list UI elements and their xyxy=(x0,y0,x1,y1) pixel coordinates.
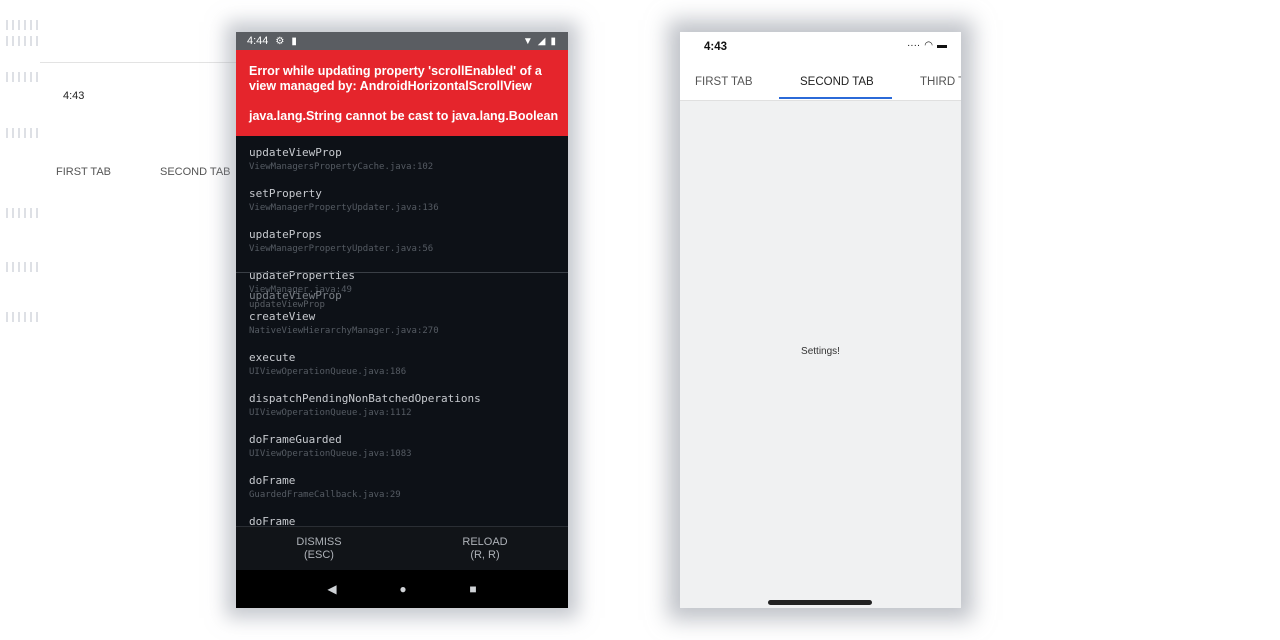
sim-card-icon: ▮ xyxy=(291,35,297,47)
ghost-dots xyxy=(6,72,42,82)
frame-location: GuardedFrameCallback.java:29 xyxy=(249,490,401,500)
ios-status-time: 4:43 xyxy=(704,41,728,53)
ghost-background-app: 4:43 FIRST TAB SECOND TAB xyxy=(0,0,240,330)
frame-function: execute xyxy=(249,351,296,364)
ios-device: 4:43 ···· ◠ ▬ FIRST TAB SECOND TAB THIRD… xyxy=(680,32,961,608)
frame-location: ViewManagersPropertyCache.java:102 xyxy=(249,162,434,172)
frame-location: UIViewOperationQueue.java:1112 xyxy=(249,408,412,418)
error-message: Error while updating property 'scrollEna… xyxy=(249,64,542,93)
ghost-dots xyxy=(6,312,42,322)
stack-trace[interactable]: updateViewProp ViewManagersPropertyCache… xyxy=(249,146,559,556)
android-status-bar: 4:44 ⚙ ▮ ▼ ◢ ▮ xyxy=(236,32,568,50)
battery-icon: ▮ xyxy=(550,35,556,47)
signal-icon: ◢ xyxy=(537,35,546,47)
ghost-divider xyxy=(40,62,236,63)
android-nav-bar: ◀ ● ■ xyxy=(236,570,568,608)
stack-frame[interactable]: doFrameGuarded UIViewOperationQueue.java… xyxy=(249,433,559,474)
frame-function: updateViewProp xyxy=(249,146,342,159)
frame-function: updateProps xyxy=(249,228,322,241)
ghost-overlay-location: updateViewProp xyxy=(249,300,325,310)
stack-frame[interactable]: createView NativeViewHierarchyManager.ja… xyxy=(249,310,559,351)
ios-status-bar: 4:43 ···· ◠ ▬ xyxy=(680,32,961,62)
reload-label: RELOAD xyxy=(462,536,508,548)
dismiss-button[interactable]: DISMISS (ESC) xyxy=(236,527,402,571)
ghost-tab-first: FIRST TAB xyxy=(56,166,112,178)
frame-function: doFrameGuarded xyxy=(249,433,342,446)
dismiss-label: DISMISS xyxy=(296,536,342,548)
frame-function: doFrame xyxy=(249,474,296,487)
back-icon[interactable]: ◀ xyxy=(327,582,336,596)
frame-location: UIViewOperationQueue.java:186 xyxy=(249,367,407,377)
ghost-dots xyxy=(6,128,42,138)
ghost-dots xyxy=(6,36,42,46)
battery-icon: ▬ xyxy=(937,40,947,51)
stack-frame[interactable]: dispatchPendingNonBatchedOperations UIVi… xyxy=(249,392,559,433)
ghost-dots xyxy=(6,208,42,218)
frame-function: createView xyxy=(249,310,316,323)
android-status-time: 4:44 xyxy=(247,35,269,47)
ghost-dots xyxy=(6,262,42,272)
stack-frame[interactable]: execute UIViewOperationQueue.java:186 xyxy=(249,351,559,392)
frame-function: dispatchPendingNonBatchedOperations xyxy=(249,392,481,405)
frame-location: UIViewOperationQueue.java:1083 xyxy=(249,449,412,459)
home-indicator[interactable] xyxy=(768,600,872,605)
tab-first[interactable]: FIRST TAB xyxy=(695,76,753,88)
redbox-error-header: Error while updating property 'scrollEna… xyxy=(236,50,568,136)
frame-location: ViewManagerPropertyUpdater.java:56 xyxy=(249,244,434,254)
stack-frame[interactable]: setProperty ViewManagerPropertyUpdater.j… xyxy=(249,187,559,228)
ghost-tab-second: SECOND TAB xyxy=(160,166,231,178)
tab-content-text: Settings! xyxy=(801,346,840,357)
android-device: 4:44 ⚙ ▮ ▼ ◢ ▮ Error while updating prop… xyxy=(236,32,568,608)
gear-icon: ⚙ xyxy=(275,35,285,47)
ios-tab-bar: FIRST TAB SECOND TAB THIRD TAB xyxy=(680,62,961,101)
recents-icon[interactable]: ■ xyxy=(469,582,476,596)
error-exception: java.lang.String cannot be cast to java.… xyxy=(249,109,559,123)
signal-icon: ···· xyxy=(906,40,921,51)
stack-frame[interactable]: updateProps ViewManagerPropertyUpdater.j… xyxy=(249,228,559,269)
tab-third[interactable]: THIRD TAB xyxy=(920,76,961,88)
ghost-time: 4:43 xyxy=(63,90,85,102)
reload-button[interactable]: RELOAD (R, R) xyxy=(402,527,568,571)
active-tab-indicator xyxy=(779,97,892,99)
redbox-actions: DISMISS (ESC) RELOAD (R, R) xyxy=(236,526,568,571)
wifi-icon: ◠ xyxy=(924,40,933,51)
frame-location: NativeViewHierarchyManager.java:270 xyxy=(249,326,439,336)
frame-location: ViewManagerPropertyUpdater.java:136 xyxy=(249,203,439,213)
ghost-dots xyxy=(6,20,42,30)
dismiss-shortcut: (ESC) xyxy=(304,549,334,561)
frame-function: setProperty xyxy=(249,187,322,200)
stack-frame[interactable]: doFrame GuardedFrameCallback.java:29 xyxy=(249,474,559,515)
home-icon[interactable]: ● xyxy=(399,582,406,596)
ghost-overlay-divider xyxy=(236,272,568,273)
reload-shortcut: (R, R) xyxy=(470,549,500,561)
wifi-icon: ▼ xyxy=(522,35,533,47)
stack-frame[interactable]: updateViewProp ViewManagersPropertyCache… xyxy=(249,146,559,187)
tab-second[interactable]: SECOND TAB xyxy=(800,76,874,88)
